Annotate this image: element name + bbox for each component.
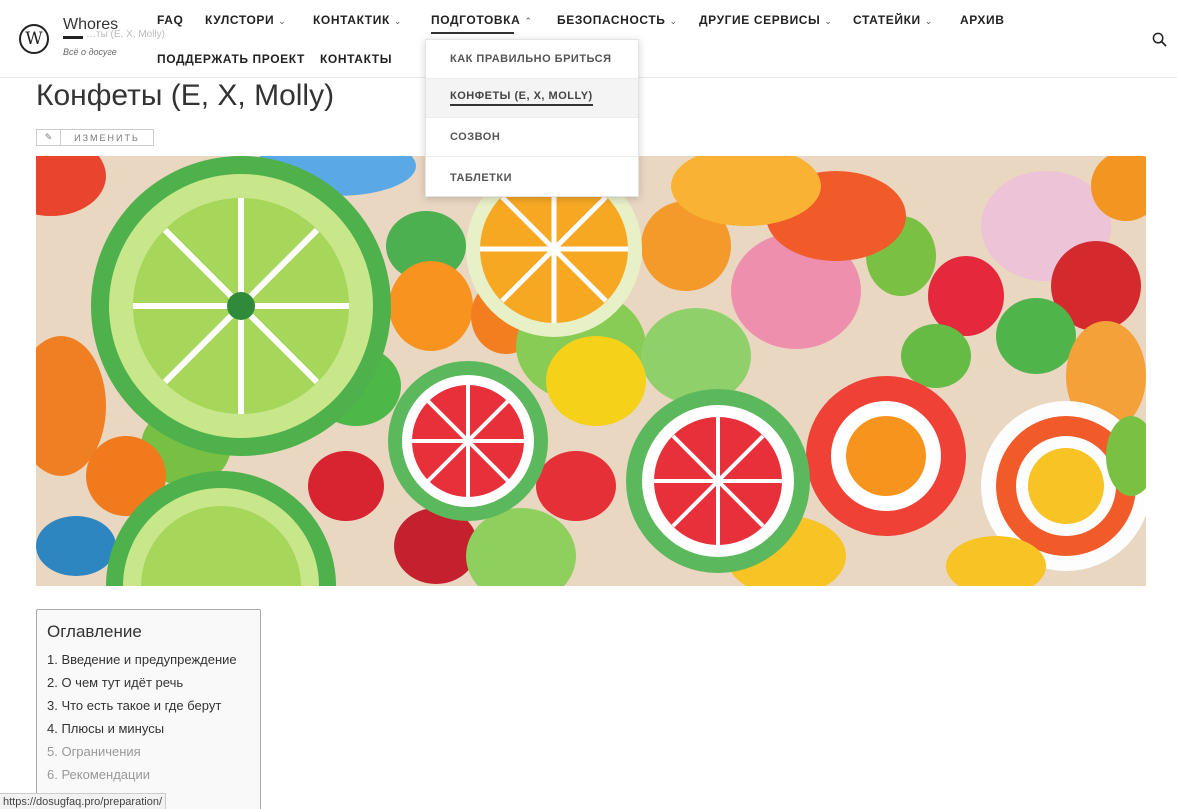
- nav-item-kontaktik[interactable]: Контактик ⌄: [313, 13, 402, 27]
- toc-item[interactable]: 6. Рекомендации: [47, 763, 250, 786]
- toc-item[interactable]: 3. Что есть такое и где берут: [47, 694, 250, 717]
- toc-item[interactable]: 4. Плюсы и минусы: [47, 717, 250, 740]
- page-title: Конфеты (E, X, Molly): [36, 79, 335, 112]
- chevron-down-icon: ⌄: [393, 16, 403, 26]
- nav-item-kontakty[interactable]: Контакты: [320, 52, 392, 66]
- pencil-icon: ✎: [37, 130, 61, 145]
- site-logo[interactable]: W: [19, 24, 49, 54]
- site-title-underline: [63, 36, 83, 39]
- chevron-down-icon: ⌄: [824, 16, 833, 26]
- status-bar-url: https://dosugfaq.pro/preparation/: [0, 793, 166, 809]
- toc-item[interactable]: 1. Введение и предупреждение: [47, 648, 250, 671]
- dropdown-item-britsya[interactable]: Как правильно бриться: [426, 40, 638, 79]
- nav-item-arhiv[interactable]: Архив: [960, 13, 1005, 27]
- search-icon[interactable]: [1152, 32, 1167, 47]
- nav-item-faq[interactable]: FAQ: [157, 13, 183, 27]
- site-tagline: Всё о досуге: [63, 47, 117, 57]
- chevron-down-icon: ⌄: [278, 16, 287, 26]
- podgotovka-dropdown: Как правильно бриться Конфеты (E, X, Mol…: [425, 39, 639, 197]
- chevron-down-icon: ⌄: [924, 16, 933, 26]
- toc-title: Оглавление: [47, 622, 142, 641]
- nav-active-underline: [431, 32, 514, 34]
- candy-illustration: [36, 156, 1146, 586]
- site-title[interactable]: Whores: [63, 16, 118, 34]
- table-of-contents: Оглавление 1. Введение и предупреждение …: [36, 609, 261, 809]
- hero-image: [36, 156, 1146, 586]
- nav-item-stateyki[interactable]: Статейки ⌄: [853, 13, 933, 27]
- nav-item-kulstori[interactable]: Кулстори ⌄: [205, 13, 286, 27]
- nav-item-drugie-servisy[interactable]: Другие сервисы ⌄: [699, 13, 833, 27]
- dropdown-item-konfety[interactable]: Конфеты (E, X, Molly): [426, 79, 638, 118]
- nav-item-podderzhat-proekt[interactable]: Поддержать проект: [157, 52, 305, 66]
- toc-item[interactable]: 5. Ограничения: [47, 740, 250, 763]
- toc-item[interactable]: 2. О чем тут идёт речь: [47, 671, 250, 694]
- edit-button[interactable]: ✎ ИЗМЕНИТЬ: [36, 129, 154, 146]
- chevron-up-icon: ⌃: [524, 16, 533, 26]
- dropdown-item-tabletki[interactable]: Таблетки: [426, 158, 638, 197]
- nav-item-bezopasnost[interactable]: Безопасность ⌄: [557, 13, 678, 27]
- chevron-down-icon: ⌄: [669, 16, 678, 26]
- dropdown-item-sozvon[interactable]: Созвон: [426, 118, 638, 157]
- edit-label: ИЗМЕНИТЬ: [74, 132, 140, 143]
- nav-item-podgotovka[interactable]: Подготовка ⌃: [431, 13, 533, 27]
